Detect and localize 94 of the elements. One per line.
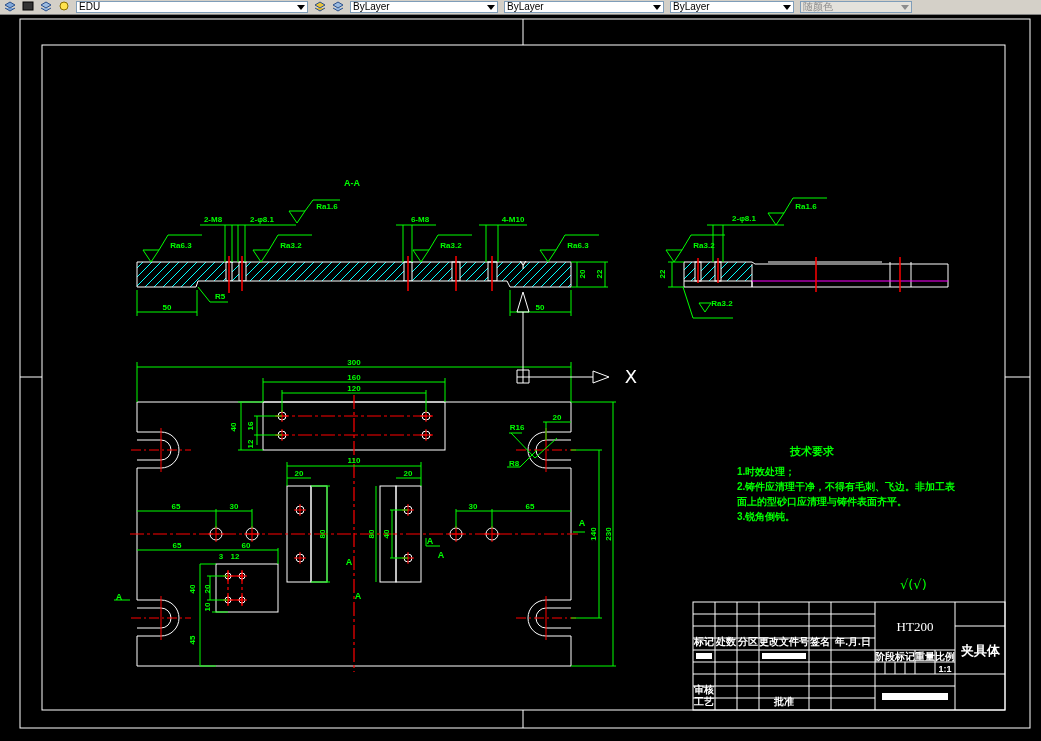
dimension-text: 80: [367, 529, 377, 539]
title-block-label: 年.月.日: [835, 636, 871, 647]
dimension-text: Ra3.2: [711, 299, 733, 309]
dimension-text: 160: [347, 373, 361, 383]
dimension-text: Ra3.2: [280, 241, 302, 251]
axis-label: X: [624, 366, 638, 387]
dimension-text: 20: [552, 413, 562, 423]
layer-stack-icon[interactable]: [40, 1, 52, 13]
dimension-text: R8: [508, 459, 520, 469]
dimension-text: 110: [347, 456, 361, 466]
dimension-text: 2-M8: [203, 215, 223, 225]
layer-stack-icon[interactable]: [332, 1, 344, 13]
dimension-text: 50: [162, 303, 172, 313]
dimension-text: 30: [468, 502, 478, 512]
requirement-line: 面上的型砂口应清理与铸件表面齐平。: [737, 496, 907, 507]
dimension-text: 20: [203, 584, 213, 594]
caret-icon: [297, 4, 305, 10]
caret-icon: [653, 4, 661, 10]
section-mark-text: A: [578, 518, 586, 529]
dimension-text: R5: [214, 292, 226, 302]
dimension-text: 2-φ8.1: [732, 214, 756, 224]
dimension-text: 4-M10: [501, 215, 525, 225]
title-block-label: 比例: [935, 651, 955, 662]
caret-icon: [487, 4, 495, 10]
requirements-title: 技术要求: [790, 445, 834, 457]
dimension-text: Ra1.6: [795, 202, 817, 212]
dimension-text: 20: [578, 269, 588, 279]
caret-icon: [783, 4, 791, 10]
requirement-line: 3.锐角倒钝。: [737, 511, 796, 522]
title-block-label: 工艺: [694, 696, 714, 707]
dimension-text: Ra3.2: [440, 241, 462, 251]
dimension-text: 300: [347, 358, 361, 368]
dimension-text: Ra3.2: [693, 241, 715, 251]
section-mark-text: A: [426, 536, 434, 547]
layer-stack-icon[interactable]: [314, 1, 326, 13]
dimension-text: Ra1.6: [316, 202, 338, 212]
dimension-text: 230: [604, 527, 614, 541]
axis-label: Y: [519, 259, 527, 272]
linetype-dropdown[interactable]: ByLayer: [504, 1, 664, 13]
dimension-text: 65: [171, 502, 181, 512]
dimension-text: 65: [172, 541, 182, 551]
dimension-text: 40: [188, 584, 198, 594]
section-title: A-A: [344, 178, 360, 188]
title-block-label: 重量: [915, 651, 935, 662]
dimension-text: 50: [535, 303, 545, 313]
dimension-text: 20: [294, 469, 304, 479]
dimension-text: 12: [230, 552, 240, 562]
dimension-text: 45: [188, 635, 198, 645]
dimension-text: 40: [382, 529, 392, 539]
ucs-icon: [516, 291, 610, 384]
dimension-text: 65: [525, 502, 535, 512]
title-block-label: 分区: [738, 636, 758, 647]
dimension-text: 12: [246, 439, 256, 449]
requirement-line: 1.时效处理；: [737, 466, 796, 477]
dimension-text: 22: [658, 269, 668, 279]
dimension-text: 22: [595, 269, 605, 279]
dimension-text: 60: [241, 541, 251, 551]
lineweight-dropdown[interactable]: ByLayer: [670, 1, 794, 13]
dimension-text: 20: [403, 469, 413, 479]
dimension-text: 80: [318, 529, 328, 539]
section-mark-text: A: [345, 557, 353, 568]
section-mark-text: A: [437, 550, 445, 561]
dimension-text: 2-φ8.1: [250, 215, 274, 225]
dimension-text: 3: [218, 552, 224, 562]
section-mark-text: A: [354, 591, 362, 602]
title-block-label: 签名: [810, 636, 830, 647]
title-block-label: 阶段标记: [875, 651, 915, 662]
dimension-text: 16: [246, 421, 256, 431]
section-mark-text: A: [115, 592, 123, 603]
monitor-icon[interactable]: [22, 1, 34, 13]
requirement-line: 2.铸件应清理干净，不得有毛刺、飞边。非加工表: [737, 481, 956, 492]
scale-value: 1:1: [938, 664, 952, 674]
title-block-label: 标记: [694, 636, 714, 647]
color-dropdown[interactable]: ByLayer: [350, 1, 498, 13]
dimension-text: 6-M8: [410, 215, 430, 225]
material-text: HT200: [896, 619, 934, 634]
title-block-label: 处数: [716, 636, 736, 647]
title-block-label: 更改文件号: [759, 636, 809, 647]
dimension-text: 10: [203, 602, 213, 612]
dimension-text: 140: [589, 527, 599, 541]
dimension-text: Ra6.3: [567, 241, 589, 251]
lightbulb-icon: [58, 1, 70, 13]
dimension-text: 120: [347, 384, 361, 394]
caret-icon: [901, 4, 909, 10]
title-block-label: 审核: [694, 684, 714, 695]
dimension-text: Ra6.3: [170, 241, 192, 251]
dimension-text: 40: [229, 422, 239, 432]
dimension-text: R16: [509, 423, 525, 433]
roughness-note: √(√): [900, 577, 927, 592]
title-block-label: 批准: [774, 696, 794, 707]
layer-dropdown[interactable]: EDU: [76, 1, 308, 13]
dimension-text: 30: [229, 502, 239, 512]
layer-stack-icon[interactable]: [4, 1, 16, 13]
part-name-text: 夹具体: [960, 643, 1000, 658]
